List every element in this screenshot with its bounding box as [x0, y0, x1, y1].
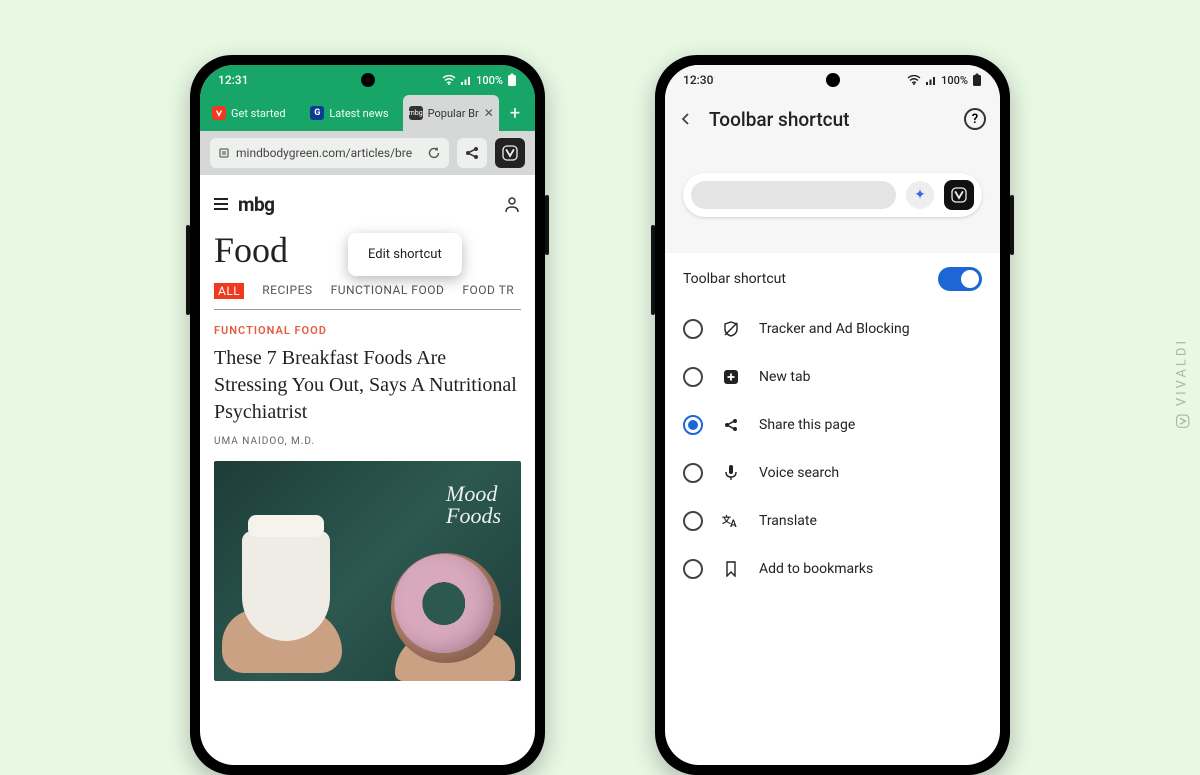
category-all[interactable]: ALL	[214, 283, 244, 299]
site-info-icon	[218, 147, 230, 159]
help-icon[interactable]: ?	[964, 108, 986, 130]
toolbar-shortcut-toggle-row: Toolbar shortcut	[665, 253, 1000, 305]
reload-icon[interactable]	[427, 146, 441, 160]
vivaldi-menu-button[interactable]	[495, 138, 525, 168]
battery-icon	[507, 73, 517, 87]
guardian-favicon: G	[310, 106, 324, 120]
settings-list: Toolbar shortcut Tracker and Ad Blocking	[665, 253, 1000, 593]
shield-slash-icon	[721, 320, 741, 338]
radio-button[interactable]	[683, 559, 703, 579]
account-icon[interactable]	[503, 195, 521, 213]
mbg-favicon: mbg	[409, 106, 423, 120]
share-icon	[464, 145, 480, 161]
category-nav: ALL RECIPES FUNCTIONAL FOOD FOOD TR	[214, 283, 521, 299]
vivaldi-watermark: VIVALDI	[1175, 338, 1190, 428]
status-battery: 100%	[476, 74, 503, 87]
divider	[214, 309, 521, 310]
toolbar-preview: ✦	[665, 143, 1000, 253]
option-share-page[interactable]: Share this page	[665, 401, 1000, 449]
camera-notch	[826, 73, 840, 87]
mic-icon	[721, 464, 741, 482]
address-bar: mindbodygreen.com/articles/bre	[200, 131, 535, 175]
sparkle-icon: ✦	[906, 181, 934, 209]
signal-icon	[460, 75, 472, 85]
popover-label: Edit shortcut	[368, 247, 442, 262]
article-headline[interactable]: These 7 Breakfast Foods Are Stressing Yo…	[214, 345, 521, 426]
app-bar: Toolbar shortcut ?	[665, 95, 1000, 143]
radio-button[interactable]	[683, 415, 703, 435]
translate-icon: 文A	[721, 513, 741, 529]
tab-label: Latest news	[329, 107, 388, 120]
menu-icon[interactable]	[214, 198, 228, 210]
status-time: 12:30	[683, 73, 713, 87]
radio-button[interactable]	[683, 463, 703, 483]
shortcut-popover[interactable]: Edit shortcut	[348, 233, 462, 276]
image-overlay-text: Mood Foods	[446, 483, 501, 527]
preview-url-field	[691, 181, 896, 209]
radio-button[interactable]	[683, 367, 703, 387]
radio-button[interactable]	[683, 319, 703, 339]
tab-label: Popular Br	[428, 107, 479, 120]
vivaldi-favicon	[212, 106, 226, 120]
option-label: Voice search	[759, 465, 839, 481]
share-icon	[721, 417, 741, 433]
category-recipes[interactable]: RECIPES	[262, 283, 312, 299]
tab-latest-news[interactable]: G Latest news	[304, 95, 400, 131]
status-battery: 100%	[941, 74, 968, 87]
vivaldi-icon	[502, 145, 518, 161]
signal-icon	[925, 75, 937, 85]
url-field[interactable]: mindbodygreen.com/articles/bre	[210, 138, 449, 168]
page-title: Toolbar shortcut	[709, 108, 850, 131]
article-image[interactable]: Mood Foods	[214, 461, 521, 681]
option-voice-search[interactable]: Voice search	[665, 449, 1000, 497]
tab-get-started[interactable]: Get started	[206, 95, 302, 131]
option-label: Tracker and Ad Blocking	[759, 321, 910, 337]
tab-strip: Get started G Latest news mbg Popular Br…	[200, 95, 535, 131]
wifi-icon	[907, 75, 921, 85]
site-brand[interactable]: mbg	[238, 193, 275, 216]
tab-label: Get started	[231, 107, 286, 120]
new-tab-button[interactable]: +	[501, 95, 529, 131]
option-new-tab[interactable]: New tab	[665, 353, 1000, 401]
tab-popular[interactable]: mbg Popular Br ✕	[403, 95, 499, 131]
category-functional[interactable]: FUNCTIONAL FOOD	[331, 283, 445, 299]
svg-text:A: A	[730, 519, 737, 529]
close-icon[interactable]: ✕	[484, 106, 494, 120]
category-trends[interactable]: FOOD TR	[462, 283, 514, 299]
option-label: Translate	[759, 513, 817, 529]
wifi-icon	[442, 75, 456, 85]
battery-icon	[972, 73, 982, 87]
back-icon[interactable]	[679, 112, 693, 126]
toggle-switch[interactable]	[938, 267, 982, 291]
article-byline: UMA NAIDOO, M.D.	[214, 436, 521, 447]
camera-notch	[361, 73, 375, 87]
option-translate[interactable]: 文A Translate	[665, 497, 1000, 545]
share-button[interactable]	[457, 138, 487, 168]
option-add-bookmark[interactable]: Add to bookmarks	[665, 545, 1000, 593]
url-text: mindbodygreen.com/articles/bre	[236, 146, 421, 160]
option-label: Share this page	[759, 417, 855, 433]
article-kicker: FUNCTIONAL FOOD	[214, 324, 521, 337]
option-label: Add to bookmarks	[759, 561, 873, 577]
radio-button[interactable]	[683, 511, 703, 531]
option-tracker-blocking[interactable]: Tracker and Ad Blocking	[665, 305, 1000, 353]
phone-settings: 12:30 100% Toolbar shortcut ? ✦	[655, 55, 1010, 775]
status-time: 12:31	[218, 73, 248, 87]
toggle-label: Toolbar shortcut	[683, 271, 786, 287]
bookmark-icon	[721, 561, 741, 577]
vivaldi-icon	[944, 180, 974, 210]
option-label: New tab	[759, 369, 810, 385]
plus-square-icon	[721, 369, 741, 385]
phone-browser: 12:31 100% Get started G Latest	[190, 55, 545, 775]
